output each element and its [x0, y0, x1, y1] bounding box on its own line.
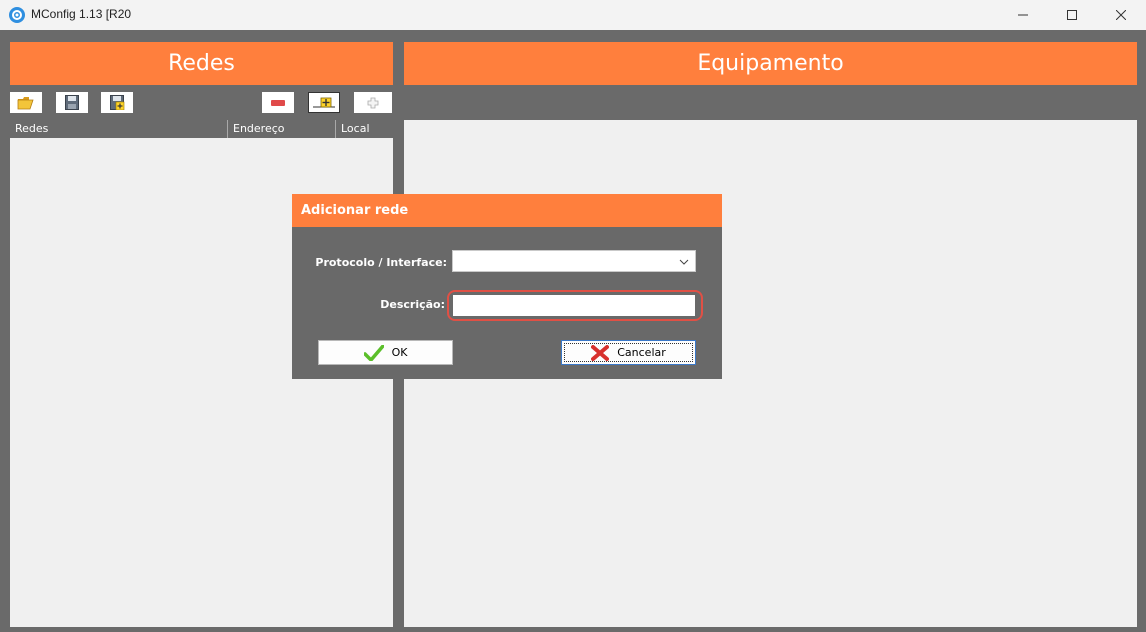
add-device-icon [313, 97, 335, 107]
minimize-icon [1018, 14, 1028, 16]
add-network-dialog: Adicionar rede Protocolo / Interface: De… [292, 194, 722, 379]
equipamento-panel-title: Equipamento [404, 42, 1137, 85]
checkmark-icon [363, 344, 384, 361]
app-gear-icon [9, 7, 25, 23]
close-button[interactable] [1098, 0, 1144, 30]
redes-panel-title: Redes [10, 42, 393, 85]
network-list-header: Redes Endereço Local [10, 120, 393, 138]
save-button[interactable] [56, 92, 88, 113]
add-icon [367, 97, 379, 108]
cancel-button[interactable]: Cancelar [561, 340, 696, 365]
minimize-button[interactable] [1000, 0, 1046, 30]
open-button[interactable] [10, 92, 42, 113]
ok-button-label: OK [391, 346, 408, 359]
save-add-icon [109, 95, 124, 110]
close-icon [1116, 10, 1126, 20]
remove-icon [271, 99, 285, 106]
save-as-button[interactable] [101, 92, 133, 113]
description-input[interactable] [453, 295, 695, 316]
column-header-endereco[interactable]: Endereço [228, 120, 336, 138]
column-header-local[interactable]: Local [336, 120, 393, 138]
maximize-button[interactable] [1049, 0, 1095, 30]
title-bar: MConfig 1.13 [R20 [0, 0, 1146, 30]
column-header-redes[interactable]: Redes [10, 120, 228, 138]
remove-network-button[interactable] [262, 92, 294, 113]
cancel-focus-rect [564, 343, 693, 362]
protocol-label: Protocolo / Interface: [315, 256, 447, 269]
ok-button[interactable]: OK [318, 340, 453, 365]
save-icon [65, 95, 79, 110]
description-focus-ring [447, 290, 703, 321]
open-folder-icon [17, 96, 34, 109]
description-label: Descrição: [380, 298, 445, 311]
add-device-button[interactable] [308, 92, 340, 113]
dialog-title: Adicionar rede [292, 194, 722, 227]
chevron-down-icon [679, 259, 689, 265]
add-button[interactable] [354, 92, 392, 113]
protocol-select[interactable] [452, 250, 696, 272]
maximize-icon [1067, 10, 1077, 20]
window-title: MConfig 1.13 [R20 [31, 7, 132, 21]
